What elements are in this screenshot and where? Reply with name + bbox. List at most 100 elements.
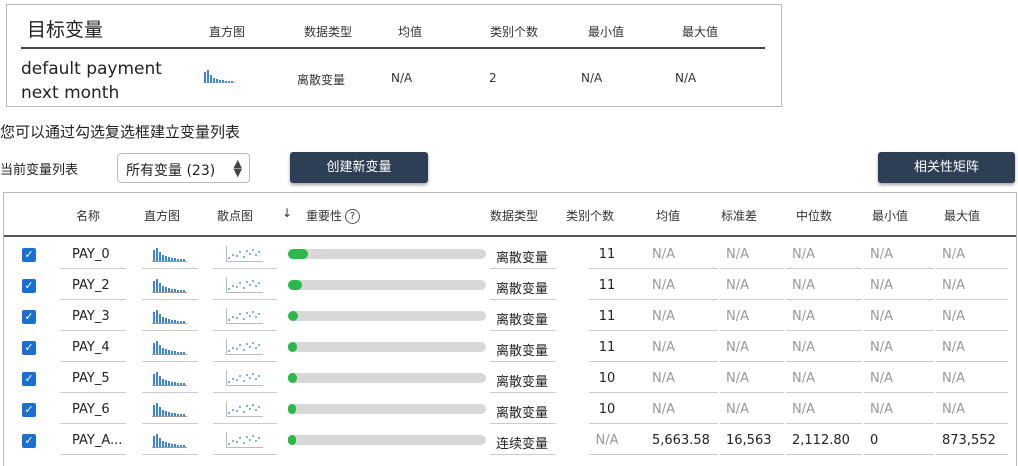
histogram-icon[interactable] [152, 278, 188, 293]
scatter-plot-icon[interactable] [226, 370, 264, 386]
histogram-icon[interactable] [152, 247, 188, 262]
row-name[interactable]: PAY_0 [72, 247, 110, 262]
table-row[interactable]: ✓ PAY_3 离散变量 11 N/A N/A N/A N/A N/A [4, 301, 1016, 332]
hint-text: 您可以通过勾选复选框建立变量列表 [0, 123, 241, 141]
sort-down-icon[interactable]: ↓ [282, 206, 292, 220]
row-name[interactable]: PAY_5 [72, 371, 110, 386]
target-header-type: 数据类型 [304, 25, 353, 39]
cell-underline [142, 423, 198, 424]
cell-underline [213, 454, 277, 455]
row-name[interactable]: PAY_6 [72, 402, 110, 417]
row-checkbox[interactable]: ✓ [22, 248, 36, 262]
row-name-underline [60, 454, 126, 455]
cell-underline [936, 423, 1008, 424]
row-checkbox[interactable]: ✓ [22, 403, 36, 417]
header-scatter: 散点图 [217, 209, 254, 223]
header-mean[interactable]: 均值 [656, 207, 680, 224]
cell-underline [720, 330, 784, 331]
correlation-matrix-button[interactable]: 相关性矩阵 [878, 152, 1015, 183]
importance-bar-fill [288, 435, 296, 445]
row-cat-count: 10 [598, 371, 616, 386]
header-cat-count[interactable]: 类别个数 [566, 207, 614, 224]
row-name[interactable]: PAY_4 [72, 340, 110, 355]
row-name[interactable]: PAY_3 [72, 309, 110, 324]
histogram-icon[interactable] [152, 340, 188, 355]
cell-underline [646, 268, 718, 269]
caret-down: ▼ [233, 166, 242, 179]
row-max: N/A [942, 278, 965, 293]
cell-underline [589, 454, 649, 455]
scatter-plot-icon[interactable] [226, 246, 264, 262]
histogram-icon[interactable] [152, 371, 188, 386]
header-importance[interactable]: 重要性? [306, 207, 361, 224]
row-checkbox[interactable]: ✓ [22, 341, 36, 355]
header-std[interactable]: 标准差 [721, 207, 757, 224]
scatter-plot-icon[interactable] [226, 339, 264, 355]
table-row[interactable]: ✓ PAY_2 离散变量 11 N/A N/A N/A N/A N/A [4, 270, 1016, 301]
cell-underline [786, 330, 862, 331]
row-std: 16,563 [726, 433, 772, 448]
scatter-plot-icon[interactable] [226, 432, 264, 448]
cell-underline [142, 299, 198, 300]
target-header-max: 最大值 [682, 25, 719, 39]
row-mean: N/A [652, 340, 675, 355]
header-dtype[interactable]: 数据类型 [490, 207, 538, 224]
row-name[interactable]: PAY_A... [72, 433, 122, 448]
row-median: 2,112.80 [792, 433, 850, 448]
cell-underline [213, 299, 277, 300]
target-variable-name: default payment next month [21, 57, 162, 105]
header-name[interactable]: 名称 [76, 207, 100, 224]
scatter-plot-icon[interactable] [226, 401, 264, 417]
importance-bar-fill [288, 373, 297, 383]
table-row[interactable]: ✓ PAY_5 离散变量 10 N/A N/A N/A N/A N/A [4, 363, 1016, 394]
histogram-icon[interactable] [152, 433, 188, 448]
header-min[interactable]: 最小值 [872, 207, 908, 224]
row-cat-count: 11 [598, 247, 616, 262]
table-row[interactable]: ✓ PAY_A... 连续变量 N/A 5,663.58 16,563 2,112.80 0 8… [4, 425, 1016, 456]
row-max: N/A [942, 340, 965, 355]
scatter-plot-icon[interactable] [226, 277, 264, 293]
row-median: N/A [792, 247, 815, 262]
cell-underline [936, 268, 1008, 269]
target-histogram-icon[interactable] [203, 69, 237, 83]
variable-table-header: 名称 直方图 散点图 ↓ 重要性? 数据类型 类别个数 均值 标准差 中位数 最… [4, 193, 1016, 237]
row-median: N/A [792, 309, 815, 324]
row-dtype: 离散变量 [496, 313, 549, 328]
row-checkbox[interactable]: ✓ [22, 279, 36, 293]
table-row[interactable]: ✓ PAY_4 离散变量 11 N/A N/A N/A N/A N/A [4, 332, 1016, 363]
cell-underline [213, 330, 277, 331]
row-std: N/A [726, 309, 749, 324]
row-max: N/A [942, 371, 965, 386]
target-name-line2: next month [21, 83, 120, 103]
header-max[interactable]: 最大值 [944, 207, 980, 224]
table-row[interactable]: ✓ PAY_0 离散变量 11 N/A N/A N/A N/A N/A [4, 239, 1016, 270]
row-checkbox[interactable]: ✓ [22, 434, 36, 448]
histogram-icon[interactable] [152, 309, 188, 324]
row-mean: N/A [652, 371, 675, 386]
row-checkbox[interactable]: ✓ [22, 372, 36, 386]
row-cat-count: 11 [598, 278, 616, 293]
row-min: N/A [870, 309, 893, 324]
row-checkbox[interactable]: ✓ [22, 310, 36, 324]
target-name-line1: default payment [21, 59, 162, 79]
variable-list-select[interactable]: 所有变量 (23) ▲ ▼ [117, 153, 250, 183]
cell-underline [720, 423, 784, 424]
row-dtype: 离散变量 [496, 282, 549, 297]
row-min: N/A [870, 340, 893, 355]
row-max: N/A [942, 309, 965, 324]
info-icon[interactable]: ? [345, 209, 361, 224]
select-caret-icon: ▲ ▼ [233, 158, 242, 179]
create-variable-button[interactable]: 创建新变量 [290, 152, 428, 183]
target-header-min: 最小值 [588, 25, 625, 39]
row-dtype: 离散变量 [496, 344, 549, 359]
scatter-plot-icon[interactable] [226, 308, 264, 324]
table-row[interactable]: ✓ PAY_6 离散变量 10 N/A N/A N/A N/A N/A [4, 394, 1016, 425]
cell-underline [864, 361, 934, 362]
importance-bar-fill [288, 249, 308, 259]
header-median[interactable]: 中位数 [796, 207, 832, 224]
cell-underline [864, 299, 934, 300]
histogram-icon[interactable] [152, 402, 188, 417]
row-cat-count: 11 [598, 340, 616, 355]
row-name[interactable]: PAY_2 [72, 278, 110, 293]
row-dtype: 连续变量 [496, 437, 549, 452]
